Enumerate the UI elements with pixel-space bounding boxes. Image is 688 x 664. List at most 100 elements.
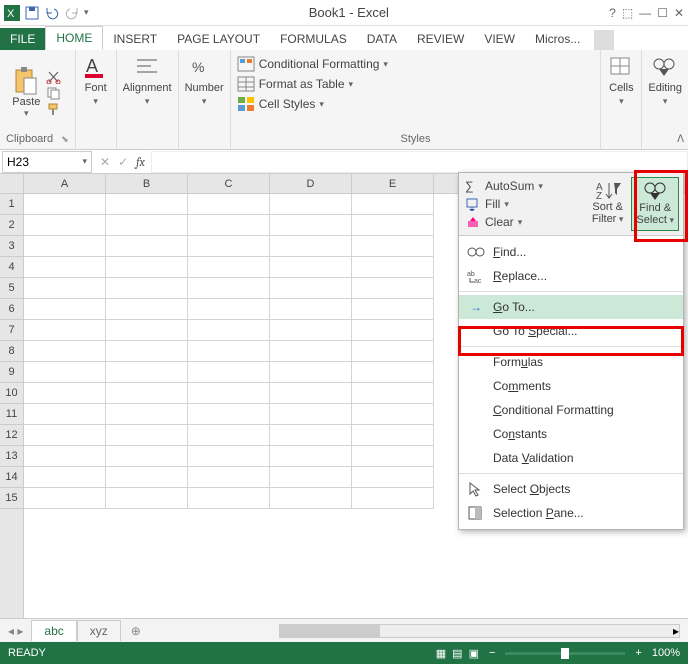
cell[interactable] — [106, 236, 188, 257]
cell[interactable] — [24, 257, 106, 278]
column-header[interactable]: A — [24, 174, 106, 193]
cell[interactable] — [106, 488, 188, 509]
cell[interactable] — [352, 425, 434, 446]
menu-selection-pane[interactable]: Selection Pane... — [459, 501, 683, 525]
cell[interactable] — [106, 341, 188, 362]
cell[interactable] — [270, 362, 352, 383]
row-header[interactable]: 8 — [0, 341, 23, 362]
cell[interactable] — [188, 194, 270, 215]
row-header[interactable]: 9 — [0, 362, 23, 383]
cell[interactable] — [270, 446, 352, 467]
zoom-in-icon[interactable]: + — [635, 647, 641, 659]
save-icon[interactable] — [24, 5, 40, 21]
paste-button[interactable]: Paste ▾ — [12, 66, 40, 119]
cell[interactable] — [352, 383, 434, 404]
cell[interactable] — [352, 446, 434, 467]
cell[interactable] — [188, 425, 270, 446]
cell[interactable] — [270, 425, 352, 446]
maximize-icon[interactable]: ☐ — [657, 6, 668, 20]
cell[interactable] — [270, 257, 352, 278]
cell[interactable] — [106, 215, 188, 236]
menu-comments[interactable]: Comments — [459, 374, 683, 398]
row-header[interactable]: 13 — [0, 446, 23, 467]
undo-icon[interactable] — [44, 5, 60, 21]
conditional-formatting-button[interactable]: Conditional Formatting▾ — [237, 54, 388, 74]
cell[interactable] — [352, 278, 434, 299]
enter-formula-icon[interactable]: ✓ — [118, 155, 128, 169]
cell[interactable] — [106, 299, 188, 320]
row-header[interactable]: 12 — [0, 425, 23, 446]
menu-replace[interactable]: abacReplace... — [459, 264, 683, 288]
cell[interactable] — [352, 299, 434, 320]
cell[interactable] — [188, 467, 270, 488]
cell[interactable] — [188, 446, 270, 467]
cell[interactable] — [188, 215, 270, 236]
cell[interactable] — [106, 425, 188, 446]
cell[interactable] — [24, 404, 106, 425]
zoom-slider[interactable] — [505, 652, 625, 655]
fill-button[interactable]: Fill ▾ — [463, 195, 588, 213]
menu-formulas[interactable]: Formulas — [459, 350, 683, 374]
cell[interactable] — [24, 425, 106, 446]
row-header[interactable]: 3 — [0, 236, 23, 257]
tab-file[interactable]: FILE — [0, 28, 45, 50]
sheet-tab-abc[interactable]: abc — [31, 620, 76, 641]
horizontal-scrollbar[interactable]: ◂▸ — [279, 624, 680, 638]
menu-select-objects[interactable]: Select Objects — [459, 477, 683, 501]
column-header[interactable]: C — [188, 174, 270, 193]
cell[interactable] — [352, 257, 434, 278]
sheet-tab-xyz[interactable]: xyz — [77, 620, 121, 641]
row-header[interactable]: 1 — [0, 194, 23, 215]
cell[interactable] — [270, 320, 352, 341]
account-avatar-icon[interactable] — [594, 30, 614, 50]
cell[interactable] — [352, 320, 434, 341]
cell[interactable] — [188, 383, 270, 404]
cell[interactable] — [352, 341, 434, 362]
zoom-out-icon[interactable]: − — [489, 647, 495, 659]
name-box[interactable]: H23▾ — [2, 151, 92, 173]
cell[interactable] — [270, 278, 352, 299]
editing-button[interactable]: Editing▾ — [648, 54, 682, 143]
cell[interactable] — [24, 467, 106, 488]
help-icon[interactable]: ? — [609, 6, 616, 20]
row-header[interactable]: 11 — [0, 404, 23, 425]
row-header[interactable]: 14 — [0, 467, 23, 488]
alignment-button[interactable]: Alignment▾ — [123, 54, 172, 143]
cell[interactable] — [106, 446, 188, 467]
tab-formulas[interactable]: FORMULAS — [270, 28, 357, 50]
cell[interactable] — [270, 383, 352, 404]
cell[interactable] — [352, 488, 434, 509]
tab-page-layout[interactable]: PAGE LAYOUT — [167, 28, 270, 50]
cell[interactable] — [106, 278, 188, 299]
minimize-icon[interactable]: — — [639, 6, 651, 20]
cell[interactable] — [270, 194, 352, 215]
cell[interactable] — [24, 299, 106, 320]
cell[interactable] — [24, 488, 106, 509]
column-header[interactable]: D — [270, 174, 352, 193]
select-all-corner[interactable] — [0, 174, 23, 194]
cell[interactable] — [352, 404, 434, 425]
cell[interactable] — [106, 194, 188, 215]
cell[interactable] — [188, 320, 270, 341]
new-sheet-button[interactable]: ⊕ — [121, 624, 151, 638]
format-painter-icon[interactable] — [46, 102, 62, 116]
cell[interactable] — [106, 383, 188, 404]
tab-data[interactable]: DATA — [357, 28, 407, 50]
cells-button[interactable]: Cells▾ — [607, 54, 635, 143]
cell[interactable] — [24, 278, 106, 299]
number-button[interactable]: % Number▾ — [185, 54, 224, 143]
column-header[interactable]: E — [352, 174, 434, 193]
sheet-nav[interactable]: ◂ ▸ — [0, 624, 31, 638]
cell[interactable] — [24, 236, 106, 257]
redo-icon[interactable] — [64, 5, 80, 21]
cell[interactable] — [188, 341, 270, 362]
cell[interactable] — [270, 488, 352, 509]
cell[interactable] — [106, 362, 188, 383]
close-icon[interactable]: ✕ — [674, 6, 684, 20]
cell[interactable] — [24, 446, 106, 467]
cancel-formula-icon[interactable]: ✕ — [100, 155, 110, 169]
menu-data-validation[interactable]: Data Validation — [459, 446, 683, 470]
tab-home[interactable]: HOME — [45, 26, 103, 50]
cell[interactable] — [188, 236, 270, 257]
cell[interactable] — [270, 341, 352, 362]
